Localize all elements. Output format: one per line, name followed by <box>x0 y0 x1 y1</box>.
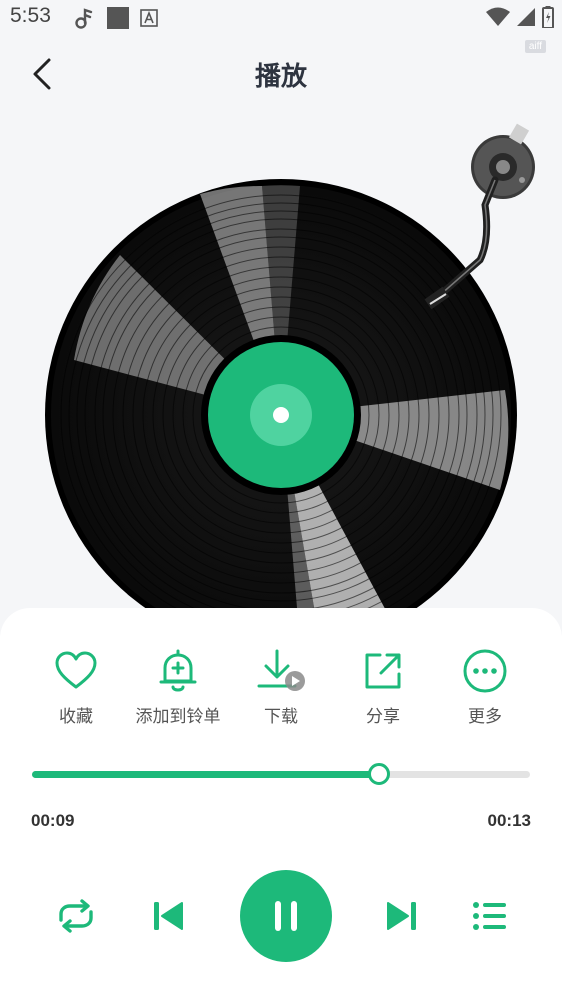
add-to-ringtone-list-label: 添加到铃单 <box>135 707 221 727</box>
music-note-icon <box>75 8 93 29</box>
page-title: 播放 <box>254 62 307 92</box>
total-time: 00:13 <box>487 811 531 830</box>
skip-previous-icon <box>154 902 183 930</box>
next-button[interactable] <box>380 896 424 936</box>
pause-button[interactable] <box>240 870 332 962</box>
skip-next-icon <box>387 902 416 930</box>
status-icons-right <box>486 6 554 28</box>
favorite-label: 收藏 <box>59 707 93 727</box>
more-label: 更多 <box>468 707 502 727</box>
font-icon <box>140 9 158 27</box>
add-to-ringtone-list-button[interactable]: 添加到铃单 <box>123 646 233 727</box>
wifi-icon <box>486 7 510 26</box>
progress-fill <box>32 771 379 778</box>
status-icons-left <box>74 6 158 30</box>
vinyl-record <box>45 123 535 651</box>
progress-bar[interactable] <box>32 763 530 785</box>
playlist-icon <box>473 902 506 930</box>
signal-icon <box>517 8 535 26</box>
share-button[interactable]: 分享 <box>328 646 438 727</box>
square-icon <box>107 7 129 29</box>
current-time: 00:09 <box>31 811 75 830</box>
header: 播放 <box>0 46 562 98</box>
player-panel: 收藏 添加到铃单 下载 分享 更多 00:09 00:13 <box>0 608 562 1000</box>
playback-controls <box>0 870 562 970</box>
favorite-button[interactable]: 收藏 <box>21 646 131 727</box>
battery-icon <box>542 6 554 28</box>
download-icon <box>257 649 305 691</box>
repeat-button[interactable] <box>52 896 100 936</box>
more-button[interactable]: 更多 <box>430 646 540 727</box>
previous-button[interactable] <box>146 896 190 936</box>
progress-thumb[interactable] <box>367 763 390 785</box>
repeat-icon <box>59 899 93 933</box>
turntable <box>0 110 562 651</box>
download-label: 下载 <box>264 707 298 727</box>
share-label: 分享 <box>366 707 400 727</box>
action-bar: 收藏 添加到铃单 下载 分享 更多 <box>0 646 562 736</box>
status-time: 5:53 <box>10 4 51 27</box>
pause-icon <box>275 901 297 931</box>
download-button[interactable]: 下载 <box>226 646 336 727</box>
bell-plus-icon <box>159 649 197 692</box>
playlist-button[interactable] <box>468 896 512 936</box>
status-bar: 5:53 <box>0 0 562 38</box>
share-icon <box>365 653 401 689</box>
more-icon <box>463 649 507 693</box>
heart-icon <box>55 651 97 689</box>
